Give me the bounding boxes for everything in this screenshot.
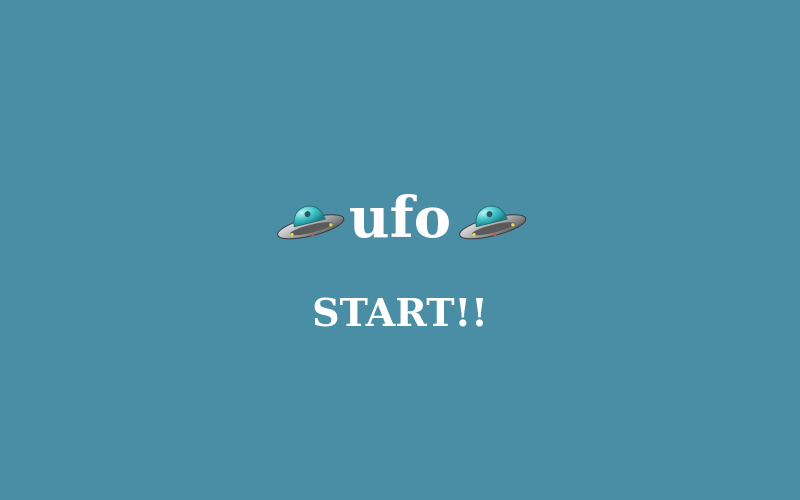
- title-screen: ufo START!!: [0, 0, 800, 500]
- ufo-icon: [277, 205, 345, 240]
- game-title: ufo: [348, 185, 452, 251]
- ufo-icon: [459, 205, 527, 240]
- start-button[interactable]: START!!: [0, 294, 800, 332]
- title-row: ufo: [0, 178, 800, 258]
